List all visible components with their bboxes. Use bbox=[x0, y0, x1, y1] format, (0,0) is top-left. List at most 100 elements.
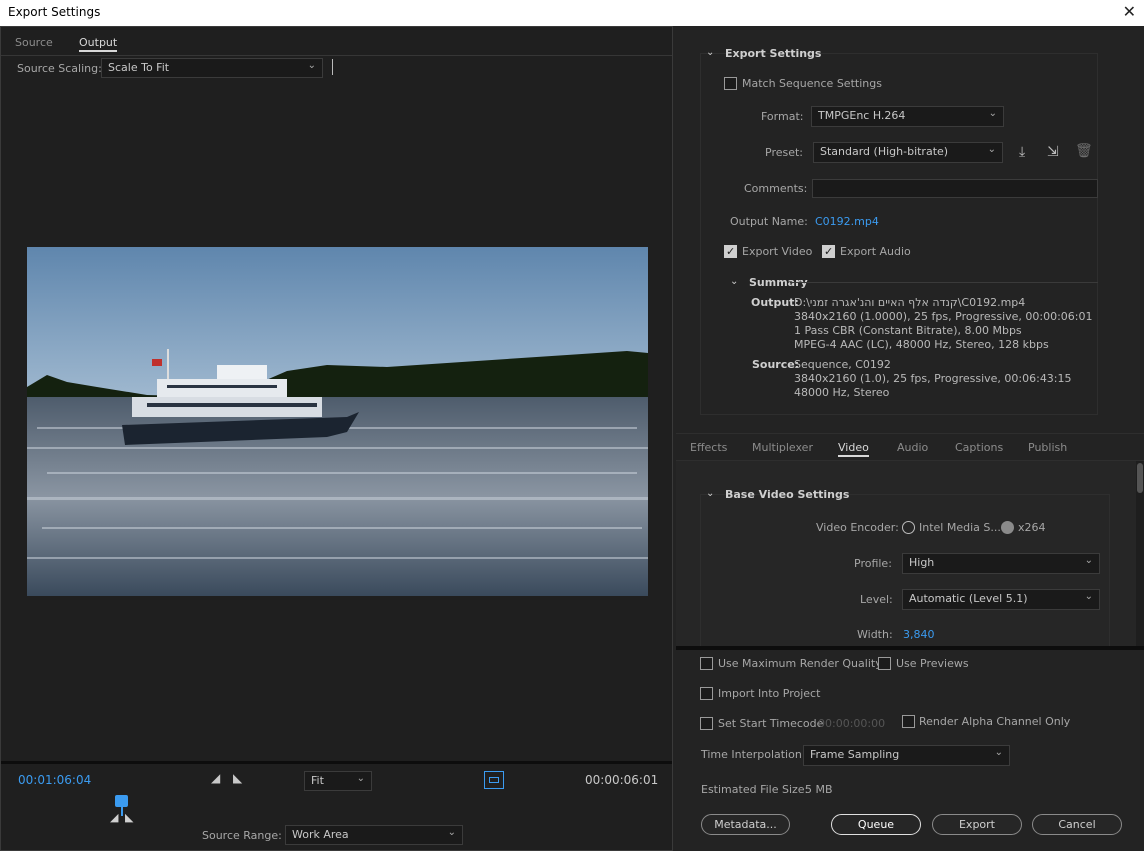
level-value: Automatic (Level 5.1) bbox=[909, 592, 1028, 605]
chevron-down-icon: ⌄ bbox=[988, 144, 996, 155]
output-name-label: Output Name: bbox=[730, 215, 808, 228]
in-point-icon[interactable]: ◢ bbox=[110, 811, 118, 824]
mark-in-icon[interactable]: ◢ bbox=[211, 771, 220, 785]
zoom-value: Fit bbox=[311, 774, 324, 787]
start-timecode-value: 00:00:00:00 bbox=[818, 717, 885, 730]
preset-dropdown[interactable]: Standard (High-bitrate) ⌄ bbox=[813, 142, 1003, 163]
export-button-label: Export bbox=[959, 818, 995, 831]
preset-label: Preset: bbox=[765, 146, 803, 159]
summary-output-audio: MPEG-4 AAC (LC), 48000 Hz, Stereo, 128 k… bbox=[794, 338, 1094, 352]
duration-timecode: 00:00:06:01 bbox=[585, 773, 658, 787]
tab-output[interactable]: Output bbox=[79, 36, 117, 52]
export-audio-label: Export Audio bbox=[840, 245, 911, 258]
profile-dropdown[interactable]: High ⌄ bbox=[902, 553, 1100, 574]
encoder-intel-radio[interactable] bbox=[902, 521, 915, 534]
video-encoder-label: Video Encoder: bbox=[816, 521, 899, 534]
comments-input[interactable] bbox=[812, 179, 1098, 198]
tab-effects[interactable]: Effects bbox=[690, 441, 727, 454]
tab-multiplexer[interactable]: Multiplexer bbox=[752, 441, 813, 454]
alpha-channel-checkbox[interactable] bbox=[902, 715, 915, 728]
tab-captions[interactable]: Captions bbox=[955, 441, 1003, 454]
scrollbar[interactable] bbox=[1136, 461, 1144, 646]
export-button[interactable]: Export bbox=[932, 814, 1022, 835]
export-video-label: Export Video bbox=[742, 245, 812, 258]
export-audio-checkbox[interactable] bbox=[822, 245, 835, 258]
output-name-link[interactable]: C0192.mp4 bbox=[815, 215, 879, 228]
current-timecode[interactable]: 00:01:06:04 bbox=[18, 773, 91, 787]
close-icon[interactable]: ✕ bbox=[1123, 2, 1136, 21]
chevron-down-icon: ⌄ bbox=[448, 827, 456, 838]
tab-source[interactable]: Source bbox=[15, 36, 53, 49]
save-preset-icon[interactable]: ⤓ bbox=[1019, 144, 1025, 160]
window-title: Export Settings bbox=[8, 5, 100, 19]
encoder-x264-radio[interactable] bbox=[1001, 521, 1014, 534]
summary-output-lines: D:\קנדה אלף האיים והנ'אגרה זמני\C0192.mp… bbox=[794, 296, 1094, 352]
summary-output-video: 3840x2160 (1.0000), 25 fps, Progressive,… bbox=[794, 310, 1094, 324]
divider bbox=[1, 55, 672, 56]
cancel-button-label: Cancel bbox=[1058, 818, 1095, 831]
profile-label: Profile: bbox=[854, 557, 892, 570]
divider bbox=[1, 761, 672, 764]
import-project-label: Import Into Project bbox=[718, 687, 820, 700]
encoder-x264-label: x264 bbox=[1018, 521, 1046, 534]
level-dropdown[interactable]: Automatic (Level 5.1) ⌄ bbox=[902, 589, 1100, 610]
time-interpolation-value: Frame Sampling bbox=[810, 748, 899, 761]
source-scaling-value: Scale To Fit bbox=[108, 61, 169, 74]
tab-publish[interactable]: Publish bbox=[1028, 441, 1067, 454]
divider bbox=[676, 433, 1144, 434]
max-quality-label: Use Maximum Render Quality bbox=[718, 657, 882, 670]
width-value[interactable]: 3,840 bbox=[903, 628, 935, 641]
preview-pane: Source Output Source Scaling: Scale To F… bbox=[0, 26, 673, 851]
zoom-dropdown[interactable]: Fit ⌄ bbox=[304, 771, 372, 791]
level-label: Level: bbox=[860, 593, 893, 606]
queue-button[interactable]: Queue bbox=[831, 814, 921, 835]
summary-source-video: 3840x2160 (1.0), 25 fps, Progressive, 00… bbox=[794, 372, 1094, 386]
import-project-checkbox[interactable] bbox=[700, 687, 713, 700]
tab-audio[interactable]: Audio bbox=[897, 441, 928, 454]
settings-pane: ⌄ Export Settings Match Sequence Setting… bbox=[676, 26, 1144, 646]
format-value: TMPGEnc H.264 bbox=[818, 109, 905, 122]
time-interpolation-dropdown[interactable]: Frame Sampling ⌄ bbox=[803, 745, 1010, 766]
source-range-value: Work Area bbox=[292, 828, 349, 841]
use-previews-label: Use Previews bbox=[896, 657, 969, 670]
summary-output-label: Output: bbox=[751, 296, 799, 309]
width-label: Width: bbox=[857, 628, 893, 641]
title-bar: Export Settings ✕ bbox=[0, 0, 1144, 26]
mark-out-icon[interactable]: ◣ bbox=[233, 771, 242, 785]
import-preset-icon[interactable]: ⇲ bbox=[1047, 144, 1059, 160]
max-quality-checkbox[interactable] bbox=[700, 657, 713, 670]
chevron-down-icon: ⌄ bbox=[1085, 555, 1093, 566]
delete-preset-icon[interactable]: 🗑 bbox=[1075, 143, 1093, 159]
tab-video[interactable]: Video bbox=[838, 441, 869, 457]
use-previews-checkbox[interactable] bbox=[878, 657, 891, 670]
source-scaling-label: Source Scaling: bbox=[17, 62, 102, 75]
cancel-button[interactable]: Cancel bbox=[1032, 814, 1122, 835]
summary-source-lines: Sequence, C0192 3840x2160 (1.0), 25 fps,… bbox=[794, 358, 1094, 400]
chevron-down-icon: ⌄ bbox=[995, 747, 1003, 758]
source-scaling-dropdown[interactable]: Scale To Fit ⌄ bbox=[101, 58, 323, 78]
export-settings-title: Export Settings bbox=[725, 47, 821, 60]
metadata-button[interactable]: Metadata... bbox=[701, 814, 790, 835]
format-dropdown[interactable]: TMPGEnc H.264 ⌄ bbox=[811, 106, 1004, 127]
collapse-icon[interactable]: ⌄ bbox=[706, 47, 714, 58]
start-timecode-label: Set Start Timecode bbox=[718, 717, 823, 730]
export-video-checkbox[interactable] bbox=[724, 245, 737, 258]
base-video-title: Base Video Settings bbox=[725, 488, 849, 501]
time-interpolation-label: Time Interpolation: bbox=[701, 748, 806, 761]
aspect-ratio-icon[interactable] bbox=[484, 771, 504, 789]
collapse-icon[interactable]: ⌄ bbox=[730, 276, 738, 287]
preset-value: Standard (High-bitrate) bbox=[820, 145, 948, 158]
match-sequence-checkbox[interactable] bbox=[724, 77, 737, 90]
summary-source-label: Source: bbox=[752, 358, 799, 371]
encoder-intel-label: Intel Media S... bbox=[919, 521, 1001, 534]
source-range-dropdown[interactable]: Work Area ⌄ bbox=[285, 825, 463, 845]
collapse-icon[interactable]: ⌄ bbox=[706, 488, 714, 499]
boat-frame-image bbox=[27, 247, 648, 596]
comments-label: Comments: bbox=[744, 182, 807, 195]
chevron-down-icon: ⌄ bbox=[1085, 591, 1093, 602]
file-size-value: 5 MB bbox=[805, 783, 833, 796]
divider bbox=[790, 282, 1098, 283]
out-point-icon[interactable]: ◣ bbox=[125, 811, 133, 824]
start-timecode-checkbox[interactable] bbox=[700, 717, 713, 730]
match-sequence-label: Match Sequence Settings bbox=[742, 77, 882, 90]
